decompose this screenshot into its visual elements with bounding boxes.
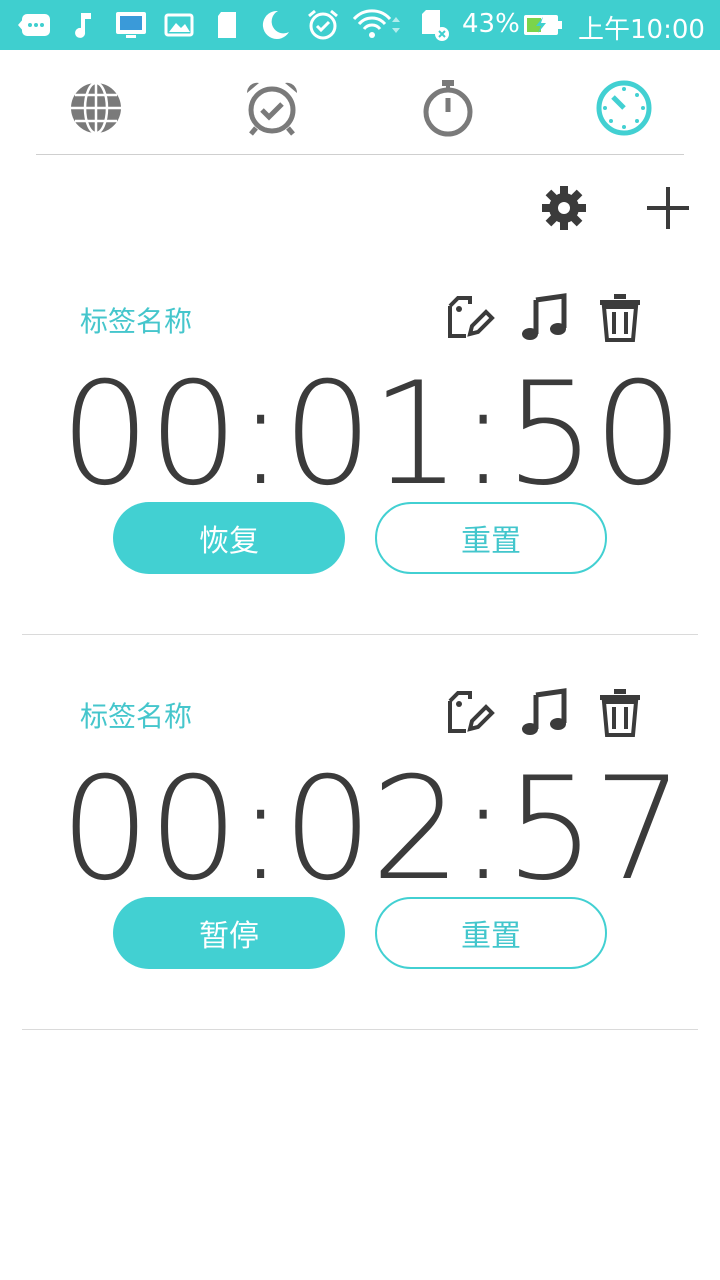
resume-button[interactable]: 恢复 — [113, 502, 345, 574]
moon-icon — [258, 8, 292, 42]
status-time: 上午10:00 — [578, 15, 705, 45]
battery-charging-icon — [522, 8, 564, 42]
music-note-icon — [66, 8, 100, 42]
sd-card-error-icon — [418, 8, 452, 42]
delete-timer-button[interactable] — [592, 290, 648, 346]
edit-label-button[interactable] — [442, 685, 498, 741]
tab-alarm[interactable] — [242, 78, 302, 138]
pause-button[interactable]: 暂停 — [113, 897, 345, 969]
stopwatch-icon — [423, 80, 473, 137]
timer-label[interactable]: 标签名称 — [80, 300, 192, 340]
screen-cast-icon — [114, 8, 148, 42]
music-note-icon — [522, 688, 567, 735]
message-icon — [18, 8, 52, 42]
alarm-status-icon — [306, 8, 340, 42]
timer-card: 标签名称 00:02:57 暂停 重置 — [0, 665, 720, 1060]
timer-card: 标签名称 00:01:50 恢复 重置 — [0, 270, 720, 665]
image-icon — [162, 8, 196, 42]
timer-countdown: 00:01:50 — [60, 352, 684, 517]
tab-timer[interactable] — [594, 78, 654, 138]
globe-icon — [71, 81, 121, 135]
plus-icon — [647, 187, 689, 229]
tab-divider — [36, 154, 684, 155]
battery-percent: 43% — [462, 9, 520, 39]
ringtone-button[interactable] — [516, 685, 572, 741]
card-divider — [22, 634, 698, 635]
tab-world-clock[interactable] — [66, 78, 126, 138]
alarm-clock-icon — [246, 82, 298, 136]
sd-card-icon — [210, 8, 244, 42]
clock-tabs — [0, 50, 720, 155]
edit-label-button[interactable] — [442, 290, 498, 346]
card-divider — [22, 1029, 698, 1030]
status-bar: 43% 上午10:00 — [0, 0, 720, 50]
music-note-icon — [522, 293, 567, 340]
timer-label[interactable]: 标签名称 — [80, 695, 192, 735]
trash-icon — [600, 294, 640, 342]
delete-timer-button[interactable] — [592, 685, 648, 741]
reset-button[interactable]: 重置 — [375, 502, 607, 574]
reset-button[interactable]: 重置 — [375, 897, 607, 969]
wifi-icon — [352, 8, 402, 42]
gear-icon — [542, 186, 586, 230]
settings-button[interactable] — [536, 180, 592, 236]
tag-edit-icon — [448, 691, 495, 733]
add-timer-button[interactable] — [640, 180, 696, 236]
ringtone-button[interactable] — [516, 290, 572, 346]
tab-stopwatch[interactable] — [418, 78, 478, 138]
timer-icon — [596, 80, 652, 136]
timer-countdown: 00:02:57 — [60, 747, 684, 912]
tag-edit-icon — [448, 296, 495, 338]
trash-icon — [600, 689, 640, 737]
